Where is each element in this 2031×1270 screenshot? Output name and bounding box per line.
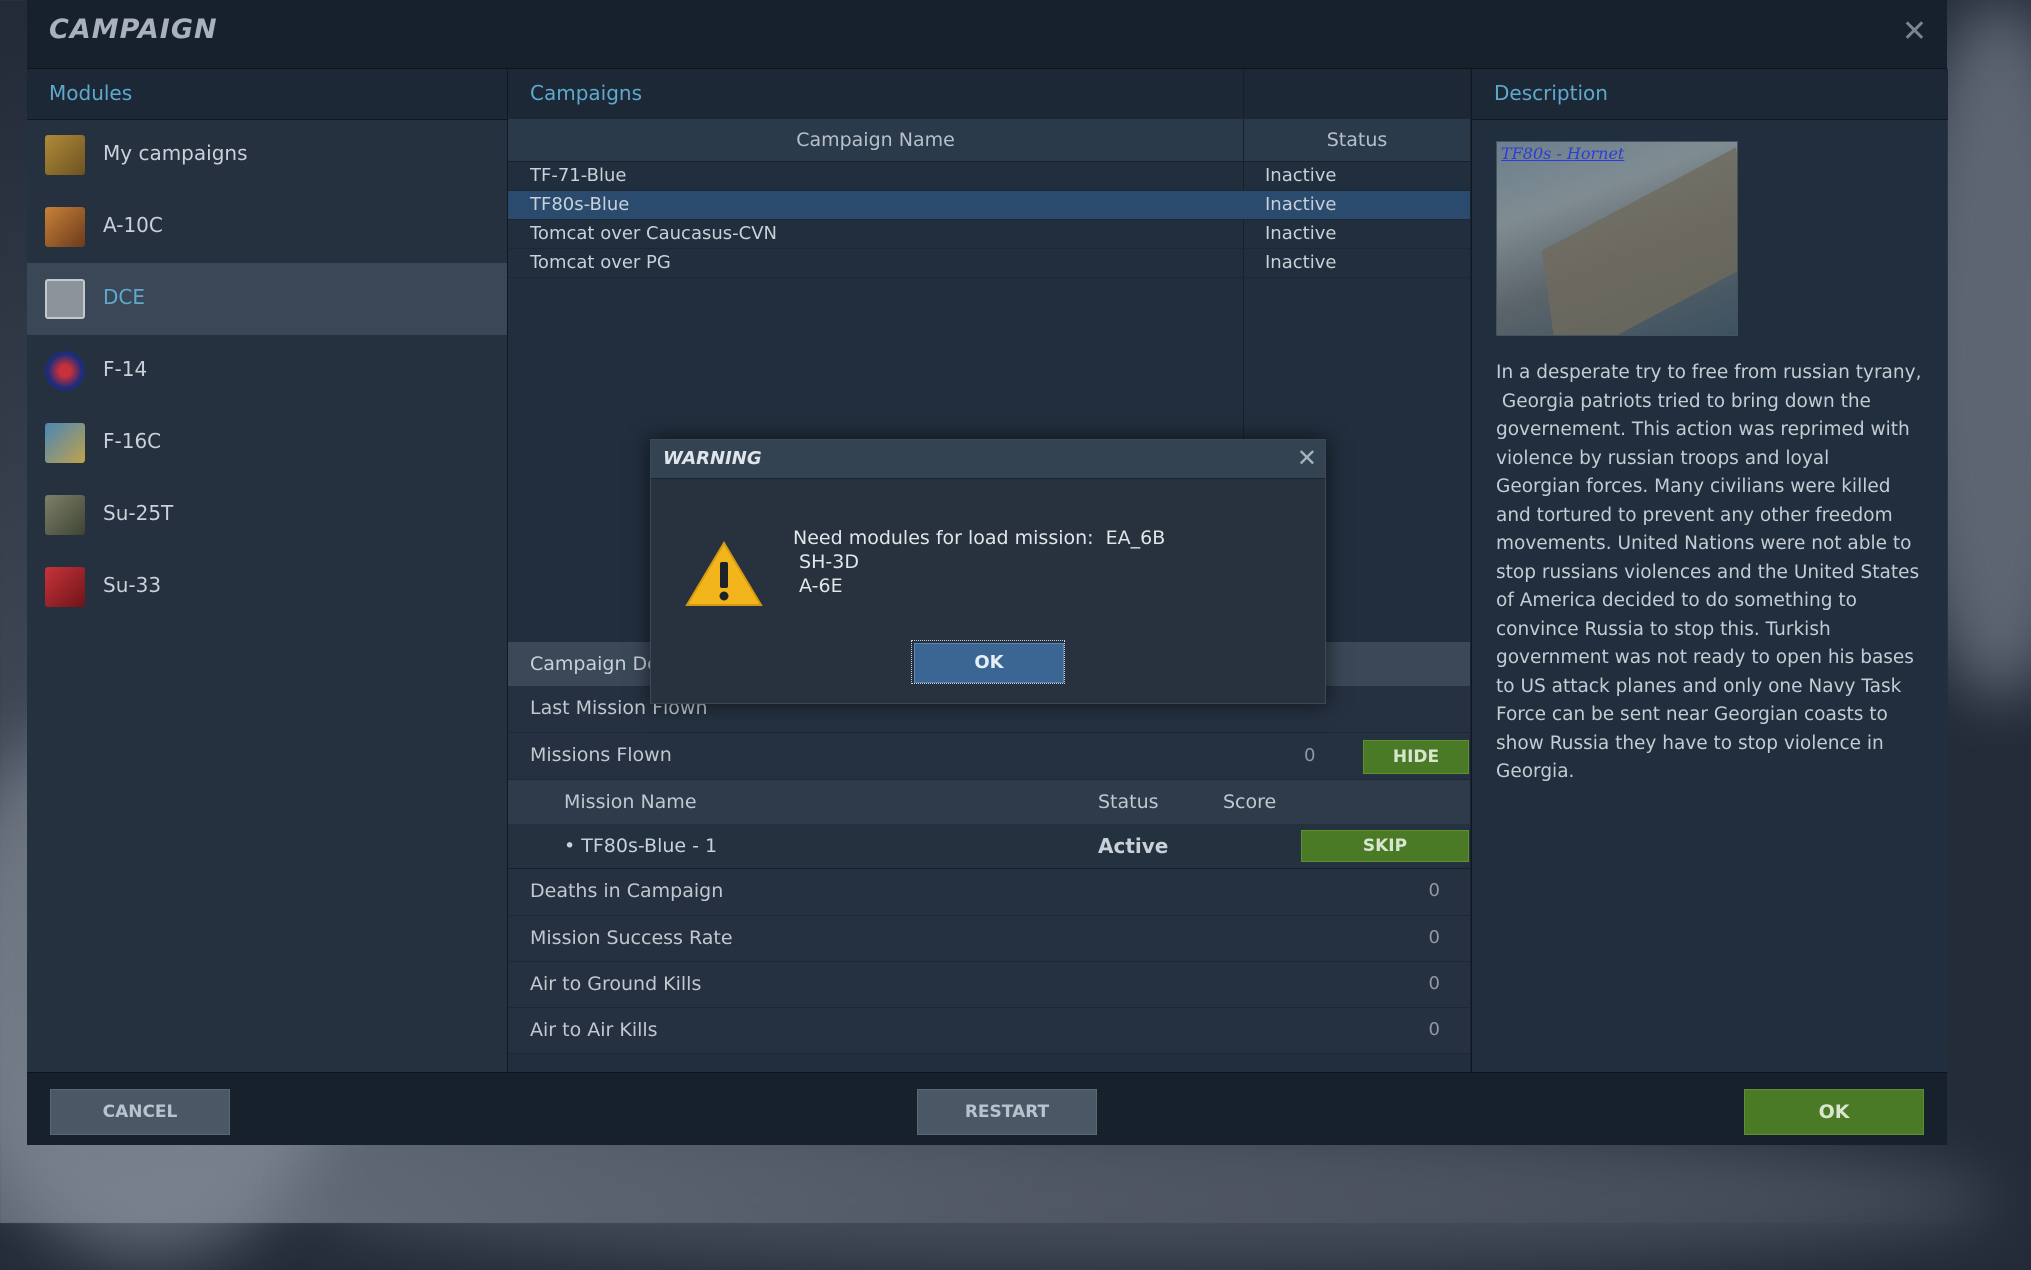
description-text: In a desperate try to free from russian … — [1496, 362, 1922, 782]
warning-dialog-title: WARNING — [663, 448, 762, 469]
missions-flown-row: Missions Flown 0 HIDE — [508, 733, 1470, 780]
warning-dialog-titlebar: WARNING ✕ — [651, 440, 1325, 479]
campaign-details-label: Campaign De — [530, 653, 659, 675]
campaign-name: Tomcat over PG — [530, 252, 671, 273]
module-item-my-campaigns[interactable]: My campaigns — [27, 119, 507, 191]
ok-button[interactable]: OK — [1744, 1089, 1924, 1135]
description-panel: Description TF80s - Hornet In a desperat… — [1471, 69, 1948, 1072]
footer-bar: CANCEL RESTART OK — [27, 1072, 1947, 1145]
modules-header: Modules — [27, 69, 507, 120]
mission-name: • TF80s-Blue - 1 — [564, 835, 718, 857]
module-item-a10c[interactable]: A-10C — [27, 191, 507, 263]
campaigns-header-label: Campaigns — [530, 81, 643, 105]
stat-label: Air to Ground Kills — [530, 973, 702, 995]
campaigns-header: Campaigns — [508, 69, 1470, 120]
module-label: F-16C — [103, 429, 162, 453]
campaign-name: Tomcat over Caucasus-CVN — [530, 223, 777, 244]
title-bar: CAMPAIGN ✕ — [27, 0, 1947, 69]
campaign-status: Inactive — [1265, 223, 1337, 244]
warning-dialog: WARNING ✕ Need modules for load mission:… — [650, 439, 1326, 704]
table-row[interactable]: Tomcat over Caucasus-CVN Inactive — [508, 220, 1470, 249]
stat-label: Deaths in Campaign — [530, 880, 724, 902]
campaign-name: TF80s-Blue — [530, 194, 630, 215]
module-item-f16c[interactable]: F-16C — [27, 407, 507, 479]
campaign-preview-image: TF80s - Hornet — [1496, 141, 1738, 336]
air-to-ground-kills-row: Air to Ground Kills 0 — [508, 962, 1470, 1008]
column-header-campaign-name[interactable]: Campaign Name — [508, 129, 1243, 151]
module-label: DCE — [103, 285, 146, 309]
f16c-module-icon — [45, 423, 85, 463]
campaign-status: Inactive — [1265, 165, 1337, 186]
stat-value: 0 — [1428, 973, 1440, 994]
campaign-status: Inactive — [1265, 252, 1337, 273]
campaign-table-header: Campaign Name Status — [508, 119, 1470, 162]
stat-value: 0 — [1428, 1019, 1440, 1040]
dce-module-icon — [45, 279, 85, 319]
warning-triangle-icon — [685, 541, 763, 606]
module-label: Su-25T — [103, 501, 174, 525]
modules-header-label: Modules — [49, 81, 133, 105]
su25t-module-icon — [45, 495, 85, 535]
column-header-mission-name: Mission Name — [564, 791, 697, 813]
module-label: My campaigns — [103, 141, 248, 165]
air-to-air-kills-row: Air to Air Kills 0 — [508, 1008, 1470, 1054]
missions-flown-value: 0 — [1304, 745, 1316, 766]
window-title: CAMPAIGN — [49, 14, 218, 45]
module-item-su25t[interactable]: Su-25T — [27, 479, 507, 551]
description-header-label: Description — [1494, 81, 1608, 105]
table-row-selected[interactable]: TF80s-Blue Inactive — [508, 191, 1470, 220]
module-label: Su-33 — [103, 573, 162, 597]
module-item-f14[interactable]: F-14 — [27, 335, 507, 407]
column-header-mission-status: Status — [1098, 791, 1159, 813]
module-label: F-14 — [103, 357, 148, 381]
skip-button[interactable]: SKIP — [1301, 830, 1469, 862]
table-row[interactable]: Tomcat over PG Inactive — [508, 249, 1470, 278]
close-icon[interactable]: ✕ — [1902, 14, 1927, 49]
modules-panel: Modules My campaigns A-10C DCE F-14 F-16… — [27, 69, 508, 1072]
module-item-su33[interactable]: Su-33 — [27, 551, 507, 623]
mission-status: Active — [1098, 834, 1169, 858]
folder-campaign-icon — [45, 135, 85, 175]
mission-table-header: Mission Name Status Score — [508, 780, 1470, 824]
f14-module-icon — [45, 351, 85, 391]
deaths-in-campaign-row: Deaths in Campaign 0 — [508, 869, 1470, 916]
description-header: Description — [1472, 69, 1948, 120]
column-header-status[interactable]: Status — [1244, 129, 1470, 151]
background-cloud — [300, 1130, 2000, 1270]
a10c-module-icon — [45, 207, 85, 247]
campaign-status: Inactive — [1265, 194, 1337, 215]
table-row[interactable]: TF-71-Blue Inactive — [508, 162, 1470, 191]
mission-success-rate-row: Mission Success Rate 0 — [508, 916, 1470, 962]
stat-label: Mission Success Rate — [530, 927, 733, 949]
module-item-dce[interactable]: DCE — [27, 263, 507, 335]
stat-value: 0 — [1428, 880, 1440, 901]
warning-ok-button[interactable]: OK — [914, 643, 1064, 683]
stat-value: 0 — [1428, 927, 1440, 948]
stat-label: Air to Air Kills — [530, 1019, 658, 1041]
module-label: A-10C — [103, 213, 163, 237]
missions-flown-label: Missions Flown — [530, 744, 672, 766]
cancel-button[interactable]: CANCEL — [50, 1089, 230, 1135]
hide-button[interactable]: HIDE — [1363, 740, 1469, 774]
restart-button[interactable]: RESTART — [917, 1089, 1097, 1135]
column-header-score: Score — [1223, 791, 1277, 813]
image-caption: TF80s - Hornet — [1501, 144, 1625, 163]
warning-ok-focus: OK — [911, 640, 1065, 684]
table-row[interactable]: • TF80s-Blue - 1 Active SKIP — [508, 824, 1470, 869]
campaign-name: TF-71-Blue — [530, 165, 627, 186]
close-icon[interactable]: ✕ — [1297, 444, 1317, 472]
su33-module-icon — [45, 567, 85, 607]
carrier-deck-shape — [1541, 147, 1737, 335]
warning-message: Need modules for load mission: EA_6B SH-… — [793, 527, 1166, 597]
